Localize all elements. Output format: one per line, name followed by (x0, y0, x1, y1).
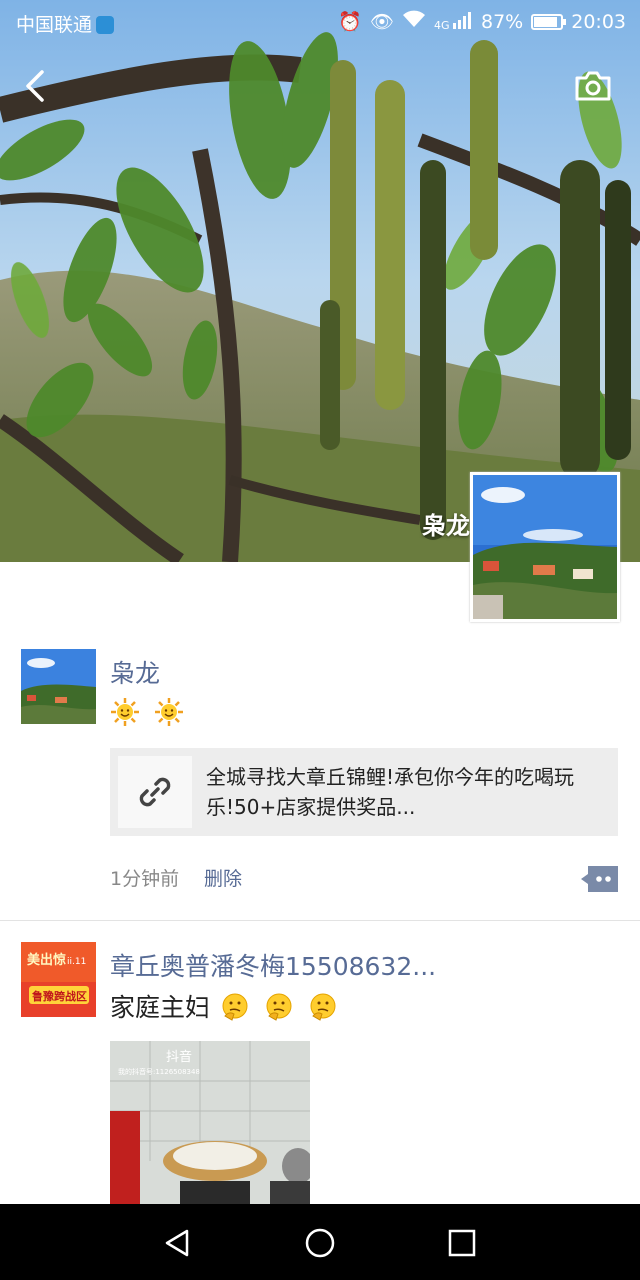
post-author-avatar[interactable]: 美出惊 ii.11 鲁豫跨战区 (21, 942, 96, 1017)
post-video-thumbnail[interactable]: 抖音 我的抖音号:1126508348 (110, 1041, 310, 1206)
system-nav-bar (0, 1204, 640, 1280)
thinking-face-emoji (222, 993, 248, 1021)
promo-avatar-line1: 美出惊 (27, 952, 66, 968)
promo-avatar-line3: 鲁豫跨战区 (32, 989, 87, 1003)
douyin-watermark: 抖音 (166, 1049, 192, 1065)
promo-avatar: 美出惊 ii.11 鲁豫跨战区 (21, 942, 96, 1017)
thinking-face-emoji (310, 993, 336, 1021)
nav-back-button[interactable] (161, 1226, 195, 1260)
promo-avatar-line2: ii.11 (67, 957, 86, 967)
moments-screen: 中国联通 ⏰ 👁 4G 87% 20:03 枭龙 枭龙 全城寻找大章丘锦鲤!承包… (0, 0, 640, 1280)
triangle-back-icon (165, 1229, 189, 1257)
post-text: 家庭主妇 (110, 993, 211, 1022)
thinking-face-emoji (266, 993, 292, 1021)
kitchen-photo: 抖音 我的抖音号:1126508348 (110, 1041, 310, 1206)
post-text-row: 家庭主妇 (110, 988, 344, 1024)
moment-post: 美出惊 ii.11 鲁豫跨战区 章丘奥普潘冬梅15508632... 家庭主妇 (0, 0, 640, 1206)
circle-home-icon (305, 1228, 335, 1258)
post-author-name[interactable]: 章丘奥普潘冬梅15508632... (110, 947, 436, 983)
nav-recents-button[interactable] (445, 1226, 479, 1260)
square-recents-icon (448, 1229, 476, 1257)
nav-home-button[interactable] (303, 1226, 337, 1260)
douyin-id: 我的抖音号:1126508348 (118, 1067, 200, 1076)
